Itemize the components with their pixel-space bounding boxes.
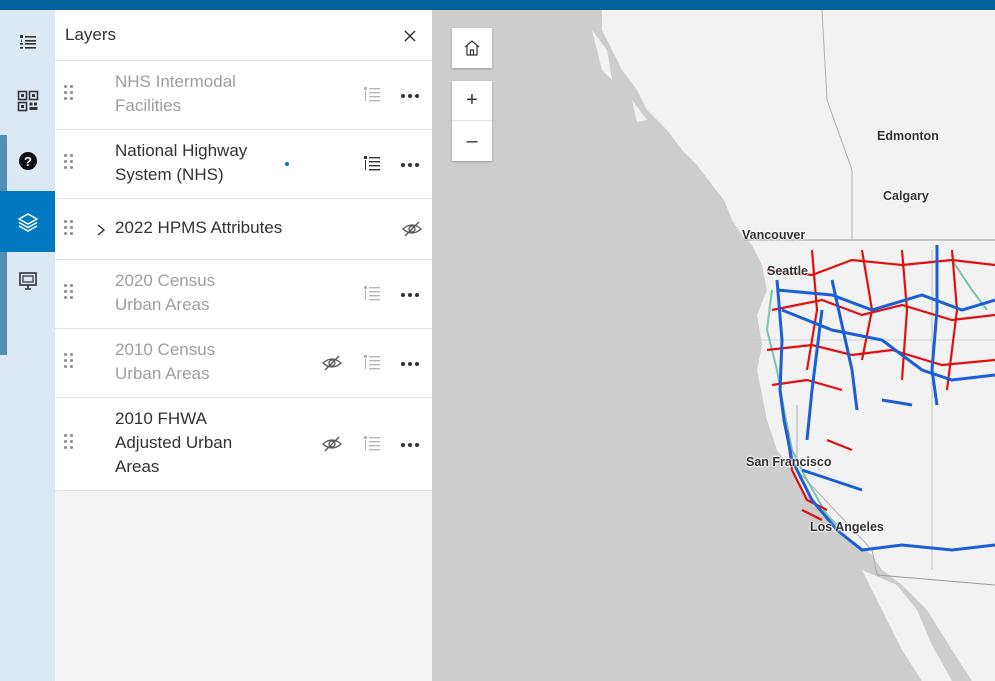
legend-list-icon [364, 156, 380, 171]
map-view[interactable]: Edmonton Calgary Vancouver Seattle San F… [432, 10, 995, 681]
svg-text:?: ? [24, 154, 32, 169]
drag-handle-icon[interactable] [64, 154, 76, 174]
layers-button[interactable] [0, 191, 55, 252]
qr-grid-icon [17, 90, 38, 111]
layer-row-2010-fhwa-adjusted-urban-areas[interactable]: 2010 FHWA Adjusted Urban Areas [55, 398, 432, 491]
home-control [452, 28, 492, 68]
city-label-vancouver: Vancouver [742, 228, 806, 242]
layer-title: National Highway System (NHS) [115, 141, 248, 184]
legend-list-icon [364, 87, 380, 102]
zoom-control: + – [452, 81, 492, 161]
updating-indicator [285, 162, 289, 166]
zoom-in-button[interactable]: + [452, 81, 492, 121]
city-label-los-angeles: Los Angeles [810, 520, 884, 534]
layer-title: 2010 FHWA Adjusted Urban Areas [115, 409, 233, 476]
help-button[interactable]: ? [0, 130, 55, 191]
layer-row-2022-hpms-attributes[interactable]: 2022 HPMS Attributes [55, 199, 432, 260]
legend-toggle-button[interactable] [362, 284, 382, 304]
basemap [592, 10, 995, 681]
panel-header: Layers [55, 10, 432, 61]
layer-title: 2022 HPMS Attributes [115, 218, 283, 237]
eye-hidden-icon [322, 355, 342, 371]
more-options-button[interactable] [401, 284, 421, 304]
legend-toggle-button[interactable] [362, 353, 382, 373]
drag-handle-icon[interactable] [64, 353, 76, 373]
layer-row-national-highway-system[interactable]: National Highway System (NHS) [55, 130, 432, 199]
layer-row-2010-census-urban-areas[interactable]: 2010 Census Urban Areas [55, 329, 432, 398]
home-button[interactable] [452, 28, 492, 68]
close-icon [404, 30, 416, 42]
eye-hidden-icon [402, 221, 422, 237]
legend-button[interactable] [0, 11, 55, 72]
legend-list-icon [364, 355, 380, 370]
legend-toggle-button[interactable] [362, 85, 382, 105]
legend-list-icon [364, 286, 380, 301]
visibility-toggle-button[interactable] [321, 435, 343, 453]
layers-panel: Layers NHS Intermodal Facilities National… [55, 10, 432, 681]
layer-title: 2010 Census Urban Areas [115, 340, 216, 383]
basemap-gallery-button[interactable] [0, 70, 55, 131]
close-panel-button[interactable] [400, 26, 420, 46]
legend-toggle-button[interactable] [362, 154, 382, 174]
more-options-button[interactable] [401, 434, 421, 454]
eye-hidden-icon [322, 436, 342, 452]
slides-button[interactable] [0, 250, 55, 311]
layers-icon [16, 212, 39, 232]
action-rail: ? [0, 10, 55, 681]
home-icon [464, 40, 480, 56]
legend-toggle-button[interactable] [362, 434, 382, 454]
layer-row-nhs-intermodal[interactable]: NHS Intermodal Facilities [55, 61, 432, 130]
expand-chevron-button[interactable] [95, 223, 107, 237]
city-label-san-francisco: San Francisco [746, 455, 832, 469]
legend-list-icon [364, 436, 380, 451]
app-top-bar [0, 0, 995, 10]
drag-handle-icon[interactable] [64, 284, 76, 304]
question-icon: ? [18, 151, 37, 170]
drag-handle-icon[interactable] [64, 85, 76, 105]
chevron-right-icon [97, 224, 106, 236]
drag-handle-icon[interactable] [64, 434, 76, 454]
panel-title: Layers [65, 25, 117, 44]
list-icon [19, 34, 36, 49]
visibility-toggle-button[interactable] [401, 220, 423, 238]
more-options-button[interactable] [401, 85, 421, 105]
layer-title: 2020 Census Urban Areas [115, 271, 216, 314]
presentation-icon [18, 271, 37, 290]
visibility-toggle-button[interactable] [321, 354, 343, 372]
layer-row-2020-census-urban-areas[interactable]: 2020 Census Urban Areas [55, 260, 432, 329]
city-label-seattle: Seattle [767, 264, 808, 278]
city-label-calgary: Calgary [883, 189, 929, 203]
more-options-button[interactable] [401, 154, 421, 174]
more-options-button[interactable] [401, 353, 421, 373]
zoom-out-button[interactable]: – [452, 121, 492, 161]
drag-handle-icon[interactable] [64, 220, 76, 240]
layer-title: NHS Intermodal Facilities [115, 72, 236, 115]
city-label-edmonton: Edmonton [877, 129, 939, 143]
